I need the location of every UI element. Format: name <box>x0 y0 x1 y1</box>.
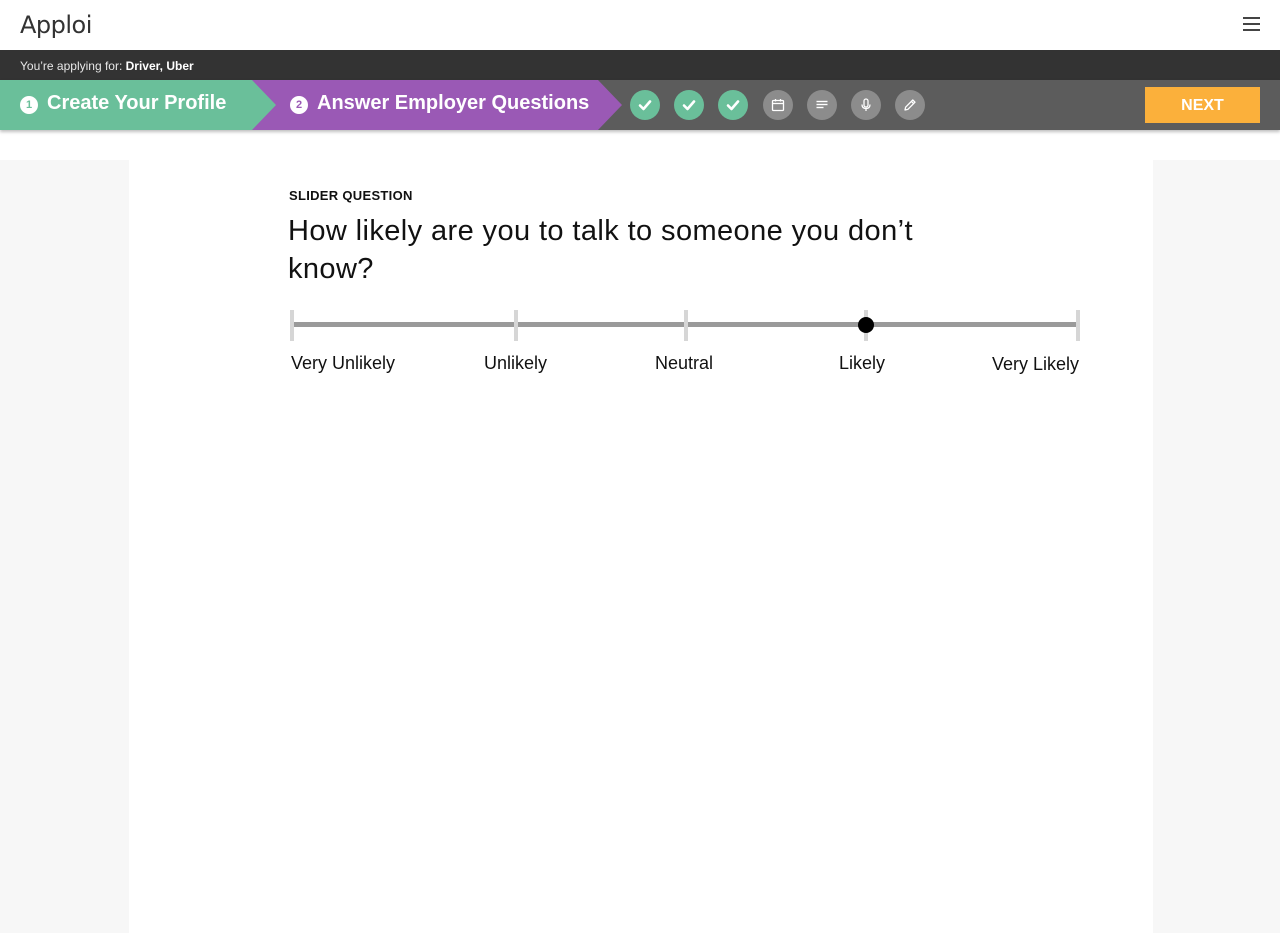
microphone-icon <box>861 98 871 111</box>
question-type-label: SLIDER QUESTION <box>289 188 413 203</box>
slider-tick <box>514 310 518 341</box>
slider-tick <box>290 310 294 341</box>
slider-thumb[interactable] <box>858 317 874 333</box>
slider-tick <box>684 310 688 341</box>
step-label: Answer Employer Questions <box>317 92 590 114</box>
checkmark-icon <box>638 100 652 111</box>
likert-slider[interactable] <box>290 310 1080 342</box>
question-text: How likely are you to talk to someone yo… <box>288 215 913 285</box>
calendar-icon <box>771 99 785 112</box>
step-number-badge: 2 <box>290 96 308 114</box>
hamburger-menu-icon[interactable] <box>1241 17 1263 35</box>
applying-for-bar: You’re applying for: Driver, Uber <box>0 50 1280 80</box>
applying-for-prefix: You’re applying for: <box>20 59 123 73</box>
checkmark-icon <box>726 100 740 111</box>
substep-2-complete[interactable] <box>674 90 704 120</box>
apploi-logo[interactable]: Apploi <box>20 11 92 39</box>
substep-1-complete[interactable] <box>630 90 660 120</box>
checkmark-icon <box>682 100 696 111</box>
substep-text-answer[interactable] <box>807 90 837 120</box>
substep-signature[interactable] <box>895 90 925 120</box>
slider-option-very-likely[interactable]: Very Likely <box>992 354 1079 375</box>
step-number-badge: 1 <box>20 96 38 114</box>
slider-option-neutral[interactable]: Neutral <box>655 353 713 374</box>
progress-step-bar: 1 Create Your Profile 2 Answer Employer … <box>0 80 1280 130</box>
substep-audio[interactable] <box>851 90 881 120</box>
substep-3-complete[interactable] <box>718 90 748 120</box>
applying-for-text: You’re applying for: Driver, Uber <box>20 59 194 73</box>
job-title: Driver, Uber <box>125 59 194 73</box>
step-answer-questions[interactable]: 2 Answer Employer Questions <box>252 80 622 130</box>
substep-calendar[interactable] <box>763 90 793 120</box>
slider-option-likely[interactable]: Likely <box>839 353 885 374</box>
step-create-profile[interactable]: 1 Create Your Profile <box>0 80 278 130</box>
slider-option-unlikely[interactable]: Unlikely <box>484 353 547 374</box>
step-label: Create Your Profile <box>47 92 227 114</box>
top-header: Apploi <box>0 0 1280 50</box>
text-lines-icon <box>816 100 828 109</box>
next-button[interactable]: NEXT <box>1145 87 1260 123</box>
slider-tick <box>1076 310 1080 341</box>
slider-option-very-unlikely[interactable]: Very Unlikely <box>291 353 395 374</box>
pencil-icon <box>904 99 916 111</box>
